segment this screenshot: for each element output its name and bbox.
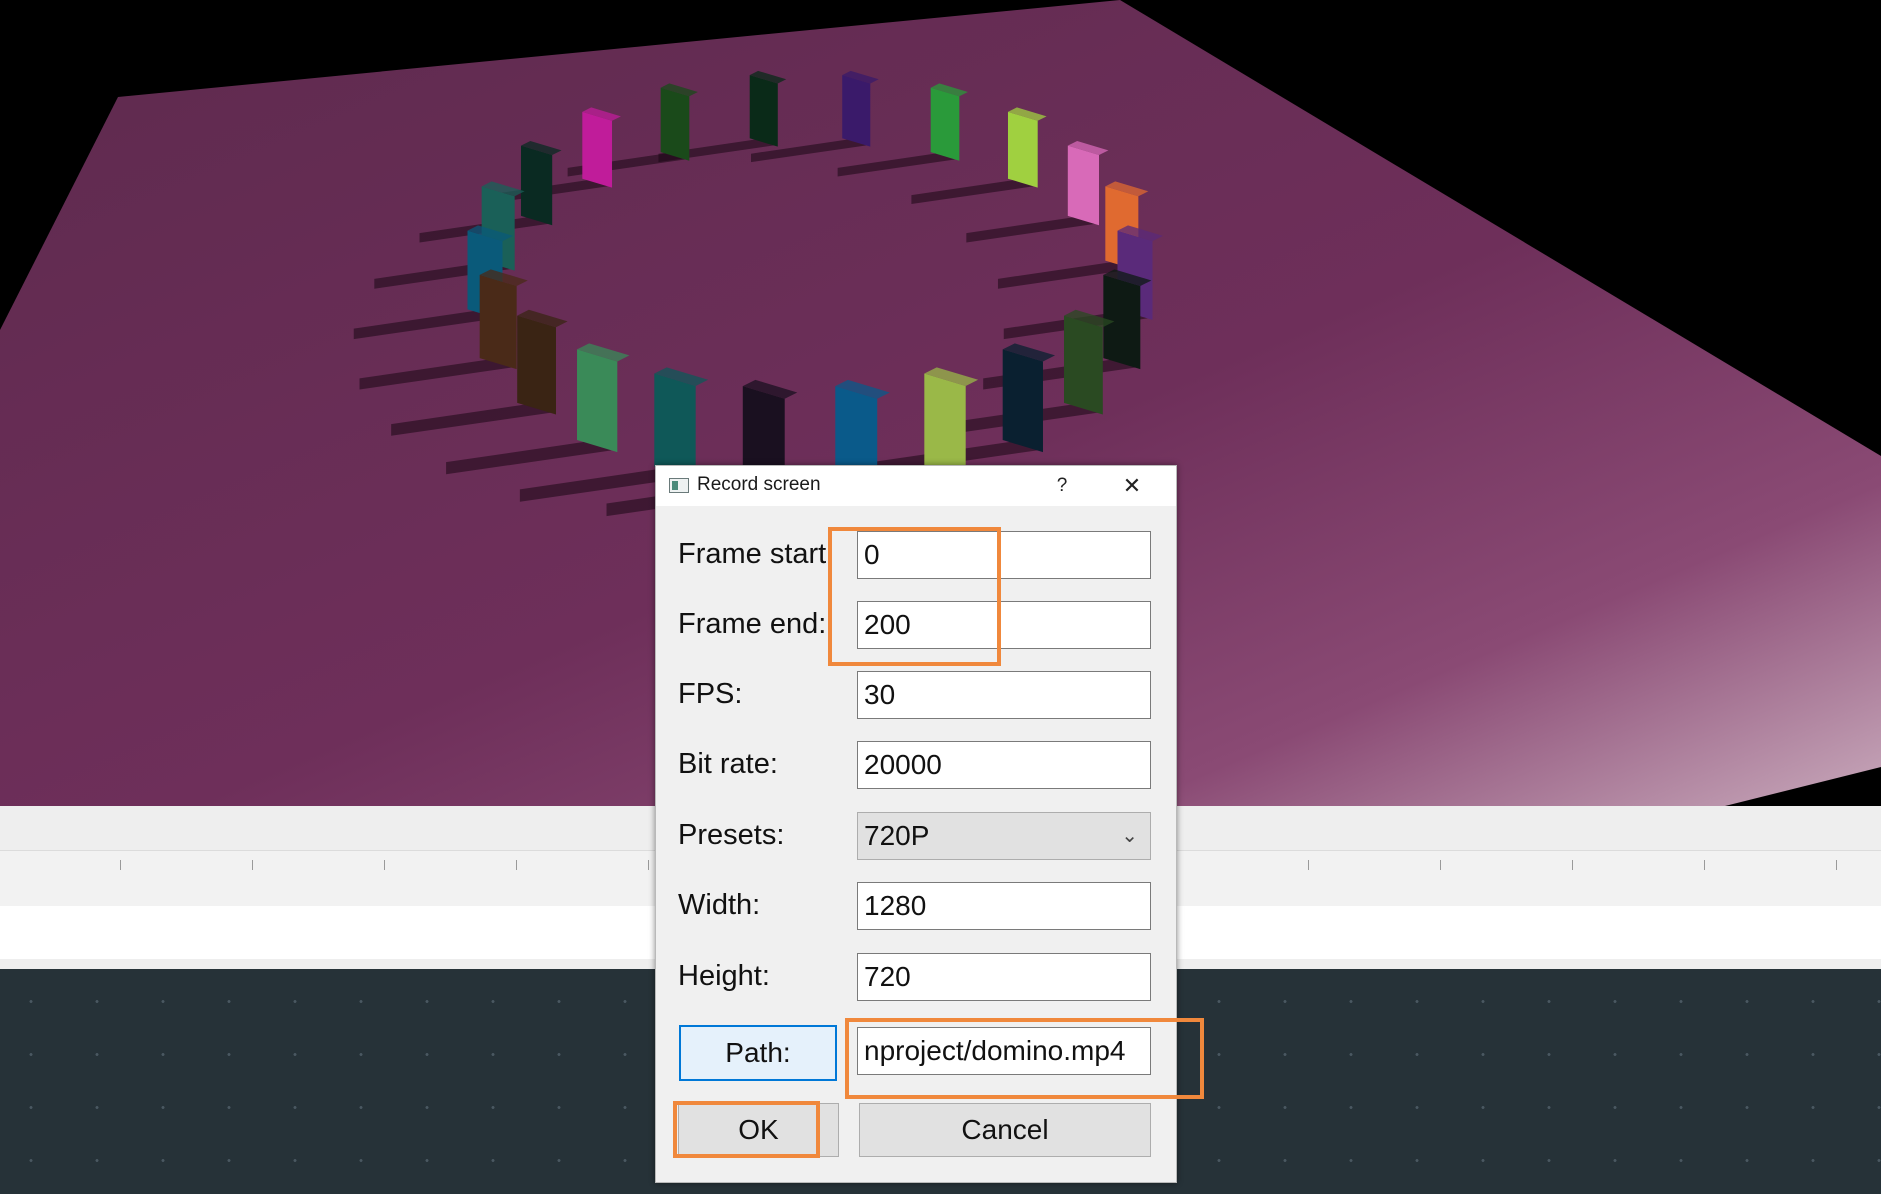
fps-label: FPS: xyxy=(678,678,743,710)
domino xyxy=(930,87,960,161)
bit-rate-input[interactable]: 20000 xyxy=(857,741,1151,789)
timeline-tick xyxy=(516,860,517,870)
domino xyxy=(749,75,778,147)
path-input[interactable]: nproject/domino.mp4 xyxy=(857,1027,1151,1075)
timeline-tick xyxy=(1308,860,1309,870)
timeline-tick xyxy=(648,860,649,870)
path-value: nproject/domino.mp4 xyxy=(864,1035,1126,1066)
timeline-tick xyxy=(384,860,385,870)
timeline-tick xyxy=(1440,860,1441,870)
domino xyxy=(520,145,553,226)
width-input[interactable]: 1280 xyxy=(857,882,1151,930)
domino xyxy=(1064,315,1103,415)
presets-label: Presets: xyxy=(678,819,785,851)
frame-end-label: Frame end: xyxy=(678,608,827,640)
frame-end-input[interactable]: 200 xyxy=(857,601,1151,649)
presets-select[interactable]: 720P ⌄ xyxy=(857,812,1151,860)
bit-rate-label: Bit rate: xyxy=(678,748,778,780)
path-button[interactable]: Path: xyxy=(679,1025,837,1081)
timeline-tick xyxy=(1704,860,1705,870)
domino xyxy=(1002,349,1043,453)
timeline-tick xyxy=(1836,860,1837,870)
domino xyxy=(654,373,696,480)
domino xyxy=(1007,111,1038,188)
timeline-tick xyxy=(120,860,121,870)
height-input[interactable]: 720 xyxy=(857,953,1151,1001)
ok-button[interactable]: OK xyxy=(678,1103,839,1157)
domino xyxy=(577,349,618,453)
presets-value: 720P xyxy=(864,820,930,851)
fps-input[interactable]: 30 xyxy=(857,671,1151,719)
timeline-tick xyxy=(1572,860,1573,870)
height-label: Height: xyxy=(678,960,770,992)
domino xyxy=(479,274,517,370)
timeline-tick xyxy=(252,860,253,870)
record-screen-dialog: Record screen ? ✕ Frame start 0 Frame en… xyxy=(655,465,1177,1183)
frame-start-label: Frame start xyxy=(678,538,827,570)
app-window-icon xyxy=(669,478,689,493)
domino xyxy=(924,373,966,480)
dialog-titlebar: Record screen ? ✕ xyxy=(656,466,1176,506)
close-icon[interactable]: ✕ xyxy=(1110,466,1154,506)
help-icon[interactable]: ? xyxy=(1040,466,1084,506)
domino xyxy=(660,87,690,161)
domino xyxy=(1067,145,1100,226)
domino xyxy=(842,75,871,147)
domino xyxy=(517,315,556,415)
cancel-button[interactable]: Cancel xyxy=(859,1103,1151,1157)
frame-start-input[interactable]: 0 xyxy=(857,531,1151,579)
chevron-down-icon: ⌄ xyxy=(1121,825,1138,847)
width-label: Width: xyxy=(678,889,761,921)
dialog-title: Record screen xyxy=(697,474,821,495)
domino xyxy=(582,111,613,188)
